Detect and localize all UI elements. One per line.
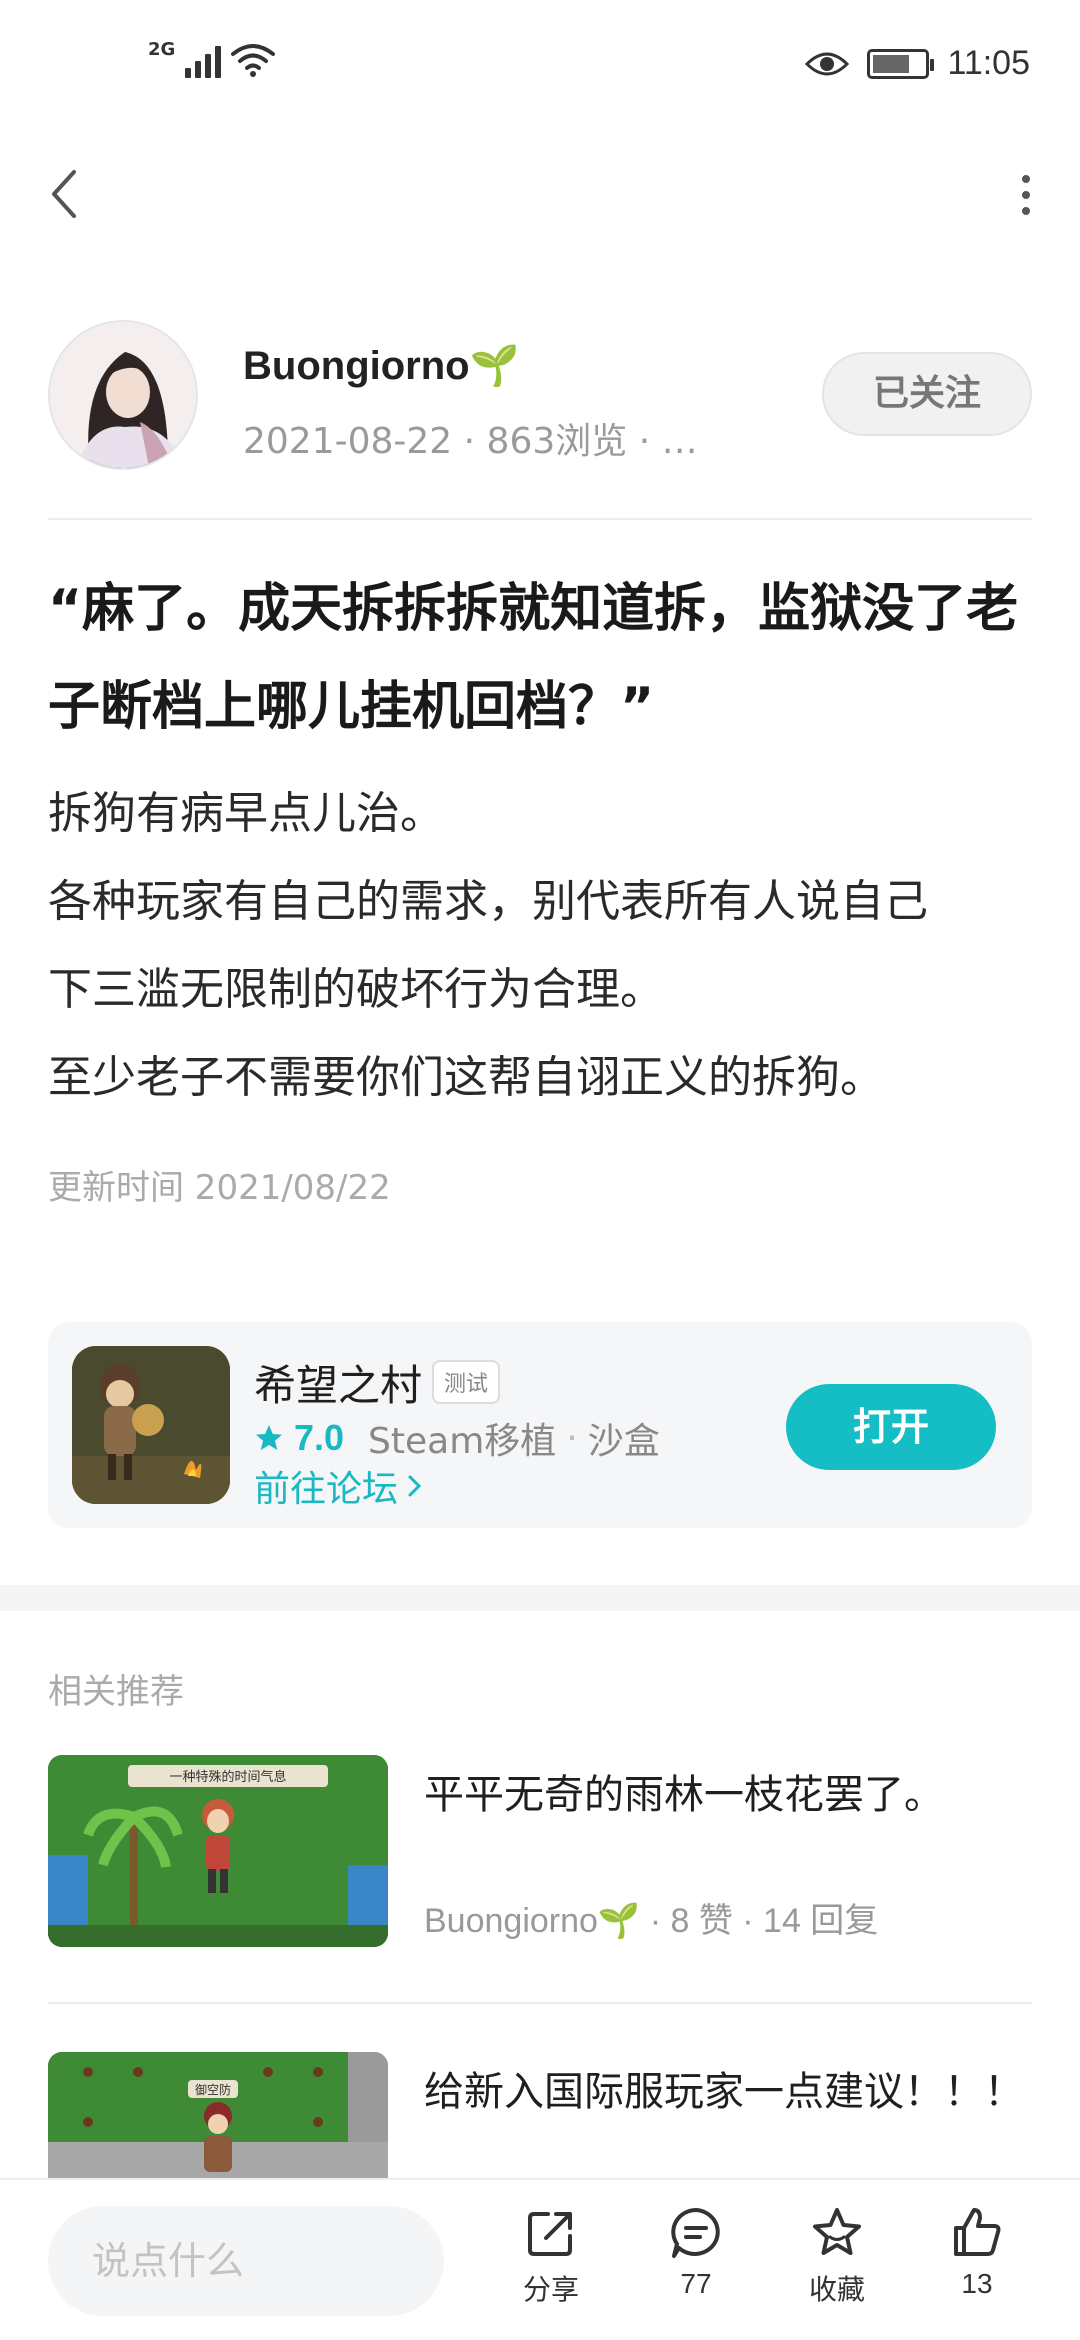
- post-body: 拆狗有病早点儿治。 各种玩家有自己的需求，别代表所有人说自己 下三滥无限制的破坏…: [48, 770, 1038, 1122]
- bottom-action-bar: 说点什么 分享 77 收藏 13: [0, 2178, 1080, 2340]
- game-name[interactable]: 希望之村: [254, 1352, 422, 1413]
- like-button[interactable]: 13: [922, 2204, 1032, 2300]
- divider: [48, 2002, 1032, 2004]
- post-title: “麻了。成天拆拆拆就知道拆，监狱没了老子断档上哪儿挂机回档？”: [48, 579, 1019, 737]
- post-body-line: 各种玩家有自己的需求，别代表所有人说自己: [48, 876, 928, 927]
- thumbnail-caption: 御空防: [195, 2082, 231, 2097]
- game-card[interactable]: 希望之村 测试 7.0 Steam移植 · 沙盒 前往论坛 打开: [48, 1322, 1032, 1528]
- battery-icon: [867, 48, 935, 79]
- game-rating-row: 7.0 Steam移植 · 沙盒: [254, 1412, 660, 1464]
- jungle-scene-icon: 一种特殊的时间气息: [48, 1755, 388, 1947]
- share-button[interactable]: 分享: [496, 2204, 606, 2308]
- back-arrow-icon[interactable]: [44, 164, 84, 224]
- status-bar: 2G 11:05: [0, 0, 1080, 135]
- follow-button[interactable]: 已关注: [822, 352, 1032, 436]
- related-section-title: 相关推荐: [48, 1672, 184, 1712]
- clock: 11:05: [947, 44, 1030, 82]
- author-header: Buongiorno🌱 2021-08-22 · 863浏览 · … 已关注: [48, 320, 1032, 470]
- like-count: 13: [961, 2268, 993, 2299]
- post-body-line: 至少老子不需要你们这帮自诩正义的拆狗。: [48, 1052, 884, 1103]
- avatar-illustration-icon: [50, 322, 196, 468]
- game-art-icon: [72, 1346, 230, 1504]
- more-options-icon[interactable]: [1016, 170, 1036, 220]
- game-category: Steam移植: [368, 1421, 557, 1462]
- comment-button[interactable]: 77: [641, 2204, 751, 2300]
- chevron-right-icon: [408, 1475, 422, 1497]
- thumbs-up-icon: [954, 2208, 1001, 2256]
- comment-count: 77: [680, 2268, 712, 2299]
- favorite-label: 收藏: [808, 2274, 865, 2305]
- game-icon[interactable]: [72, 1346, 230, 1504]
- related-meta: Buongiorno🌱 · 8 赞 · 14 回复: [424, 1902, 879, 1940]
- beta-tag: 测试: [432, 1360, 501, 1404]
- share-icon: [528, 2212, 572, 2256]
- thumbnail-caption: 一种特殊的时间气息: [169, 1769, 286, 1785]
- game-rating: 7.0: [294, 1417, 345, 1458]
- eye-comfort-icon: [805, 52, 850, 75]
- related-thumbnail[interactable]: 一种特殊的时间气息: [48, 1755, 388, 1947]
- divider: [48, 518, 1032, 520]
- post-body-line: 下三滥无限制的破坏行为合理。: [48, 964, 664, 1015]
- nav-bar: [0, 150, 1080, 240]
- forum-link-label: 前往论坛: [254, 1469, 399, 1510]
- post-body-line: 拆狗有病早点儿治。: [48, 788, 444, 839]
- network-type: 2G: [148, 39, 176, 60]
- post-meta: 2021-08-22 · 863浏览 · …: [243, 421, 698, 462]
- related-headline[interactable]: 给新入国际服玩家一点建议！！！: [424, 2060, 1024, 2124]
- star-icon: [256, 1425, 282, 1450]
- related-headline[interactable]: 平平无奇的雨林一枝花罢了。: [424, 1763, 1024, 1827]
- star-outline-icon: [813, 2208, 861, 2255]
- forum-link[interactable]: 前往论坛: [254, 1460, 426, 1512]
- separator-dot: ·: [566, 1417, 578, 1459]
- section-separator: [0, 1585, 1080, 1611]
- comment-input[interactable]: 说点什么: [48, 2206, 444, 2316]
- author-name[interactable]: Buongiorno🌱: [243, 342, 519, 389]
- game-genre: 沙盒: [587, 1421, 660, 1462]
- updated-time: 更新时间 2021/08/22: [48, 1168, 391, 1208]
- related-item[interactable]: 一种特殊的时间气息 平平无奇的雨林一枝花罢了。 Buongiorno🌱 · 8 …: [48, 1755, 1032, 1947]
- comment-icon: [671, 2208, 720, 2258]
- status-left: 2G: [148, 39, 276, 78]
- favorite-button[interactable]: 收藏: [782, 2204, 892, 2308]
- signal-icon: [185, 44, 222, 78]
- wifi-icon: [231, 44, 276, 77]
- share-label: 分享: [522, 2274, 579, 2305]
- status-right: 11:05: [805, 44, 1030, 83]
- avatar[interactable]: [48, 320, 198, 470]
- open-game-button[interactable]: 打开: [786, 1384, 996, 1470]
